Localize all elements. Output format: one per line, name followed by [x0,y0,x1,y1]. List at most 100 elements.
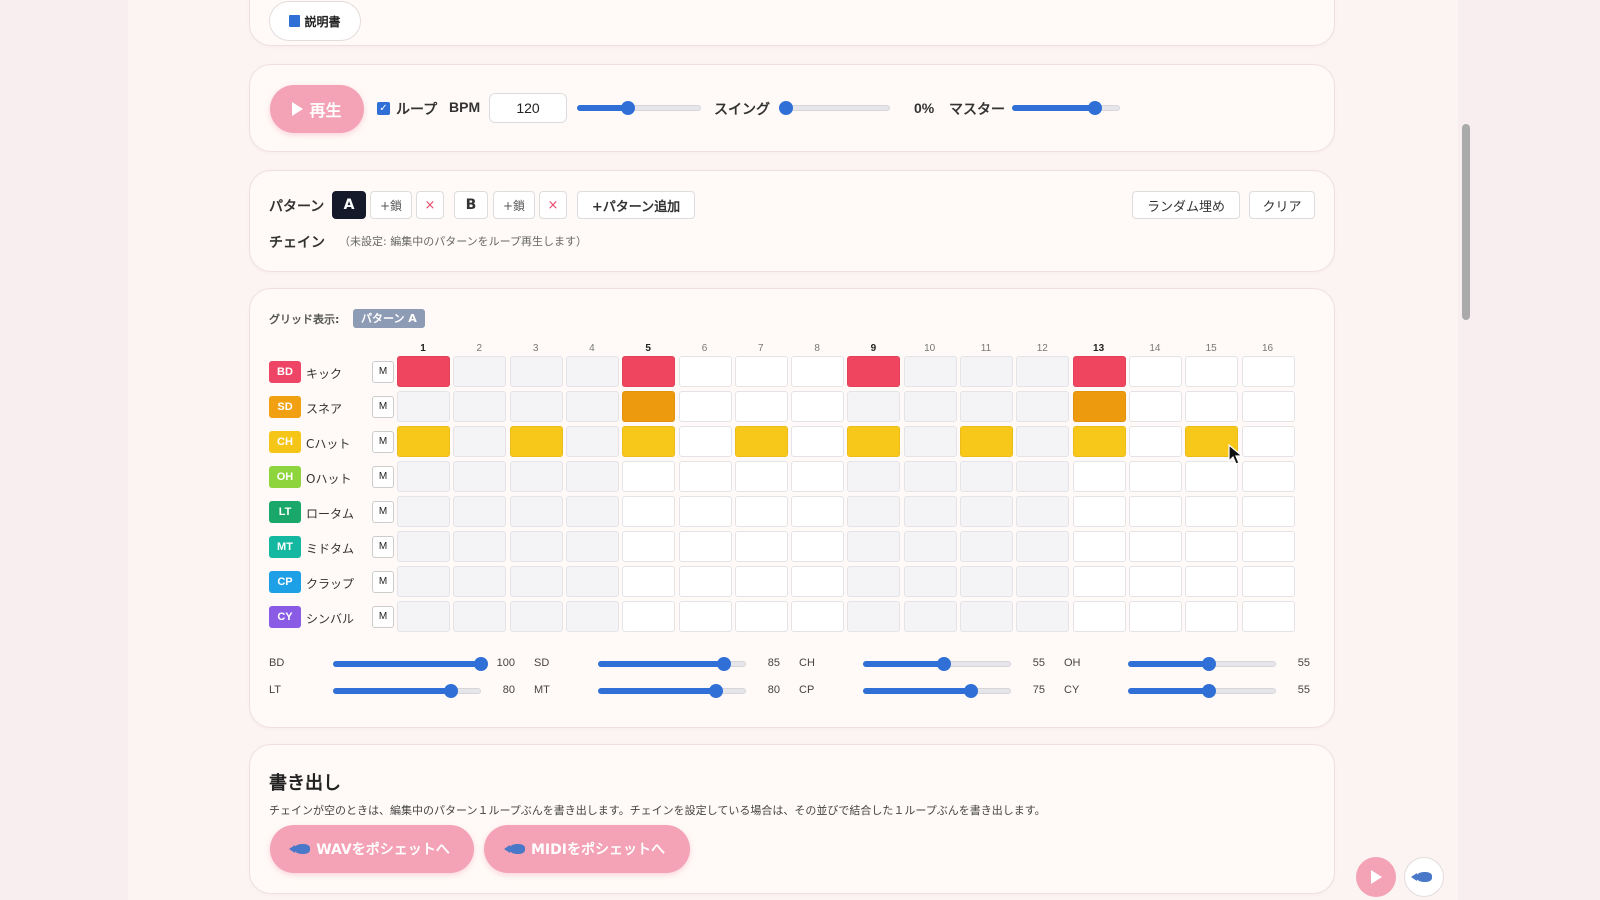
mute-button-bd[interactable]: M [372,361,394,383]
pattern-b-button[interactable]: B [454,191,488,219]
step-cell[interactable] [1016,426,1070,457]
step-cell[interactable] [791,461,845,492]
step-cell[interactable] [1185,391,1239,422]
step-cell[interactable] [622,531,676,562]
step-cell[interactable] [509,391,563,422]
step-cell[interactable] [1241,461,1295,492]
step-cell[interactable] [1128,531,1182,562]
step-cell[interactable] [1185,496,1239,527]
volume-slider-mt[interactable] [598,683,746,699]
volume-slider-thumb[interactable] [716,657,731,671]
mute-button-sd[interactable]: M [372,396,394,418]
step-cell[interactable] [1185,531,1239,562]
step-cell[interactable] [1185,601,1239,632]
step-cell[interactable] [397,531,450,562]
volume-slider-thumb[interactable] [1202,657,1217,671]
step-cell[interactable] [903,496,957,527]
step-cell[interactable] [565,601,619,632]
step-cell[interactable] [565,391,619,422]
step-cell[interactable] [1128,496,1182,527]
mute-button-mt[interactable]: M [372,536,394,558]
pattern-b-chain-button[interactable]: +鎖 [493,191,535,219]
bpm-slider-thumb[interactable] [620,101,635,115]
step-cell[interactable] [622,391,676,422]
step-cell[interactable] [1128,391,1182,422]
step-cell[interactable] [397,461,450,492]
step-cell[interactable] [1016,391,1070,422]
step-cell[interactable] [509,496,563,527]
step-cell[interactable] [847,426,901,457]
step-cell[interactable] [678,426,732,457]
mute-button-cp[interactable]: M [372,571,394,593]
volume-slider-cy[interactable] [1128,683,1276,699]
step-cell[interactable] [1016,356,1070,387]
master-slider-thumb[interactable] [1088,101,1103,115]
step-cell[interactable] [1185,356,1239,387]
step-cell[interactable] [1128,601,1182,632]
step-cell[interactable] [734,496,788,527]
step-cell[interactable] [678,566,732,597]
volume-slider-cp[interactable] [863,683,1011,699]
random-fill-button[interactable]: ランダム埋め [1132,191,1240,219]
clear-button[interactable]: クリア [1249,191,1315,219]
step-cell[interactable] [1072,426,1126,457]
step-cell[interactable] [1241,566,1295,597]
add-pattern-button[interactable]: +パターン追加 [577,191,695,219]
pattern-a-chain-button[interactable]: +鎖 [370,191,412,219]
step-cell[interactable] [1072,566,1126,597]
step-cell[interactable] [678,531,732,562]
step-cell[interactable] [1241,426,1295,457]
step-cell[interactable] [509,426,563,457]
volume-slider-lt[interactable] [333,683,481,699]
step-cell[interactable] [453,461,507,492]
step-cell[interactable] [397,601,450,632]
step-cell[interactable] [1072,391,1126,422]
step-cell[interactable] [1128,426,1182,457]
floating-pochette-button[interactable] [1404,857,1444,897]
step-cell[interactable] [397,426,450,457]
step-cell[interactable] [734,426,788,457]
step-cell[interactable] [734,566,788,597]
volume-slider-thumb[interactable] [937,657,952,671]
step-cell[interactable] [791,531,845,562]
swing-slider[interactable] [779,100,890,116]
step-cell[interactable] [1016,531,1070,562]
step-cell[interactable] [791,566,845,597]
step-cell[interactable] [1016,566,1070,597]
step-cell[interactable] [678,391,732,422]
step-cell[interactable] [622,566,676,597]
step-cell[interactable] [565,531,619,562]
step-cell[interactable] [1128,356,1182,387]
step-cell[interactable] [847,601,901,632]
scrollbar-thumb[interactable] [1462,124,1470,320]
step-cell[interactable] [847,566,901,597]
step-cell[interactable] [622,426,676,457]
step-cell[interactable] [622,496,676,527]
step-cell[interactable] [903,426,957,457]
manual-button[interactable]: 説明書 [269,1,361,41]
step-cell[interactable] [960,391,1013,422]
step-cell[interactable] [397,391,450,422]
step-cell[interactable] [903,601,957,632]
step-cell[interactable] [453,601,507,632]
step-cell[interactable] [453,531,507,562]
volume-slider-thumb[interactable] [1202,684,1217,698]
step-cell[interactable] [791,496,845,527]
step-cell[interactable] [1128,461,1182,492]
step-cell[interactable] [734,391,788,422]
step-cell[interactable] [847,531,901,562]
mute-button-lt[interactable]: M [372,501,394,523]
step-cell[interactable] [960,601,1013,632]
step-cell[interactable] [734,601,788,632]
step-cell[interactable] [509,531,563,562]
step-cell[interactable] [791,601,845,632]
mute-button-cy[interactable]: M [372,606,394,628]
step-cell[interactable] [453,496,507,527]
step-cell[interactable] [1241,601,1295,632]
step-cell[interactable] [791,426,845,457]
step-cell[interactable] [847,461,901,492]
step-cell[interactable] [847,356,901,387]
volume-slider-sd[interactable] [598,656,746,672]
pattern-a-delete-button[interactable]: × [416,191,444,219]
step-cell[interactable] [453,426,507,457]
